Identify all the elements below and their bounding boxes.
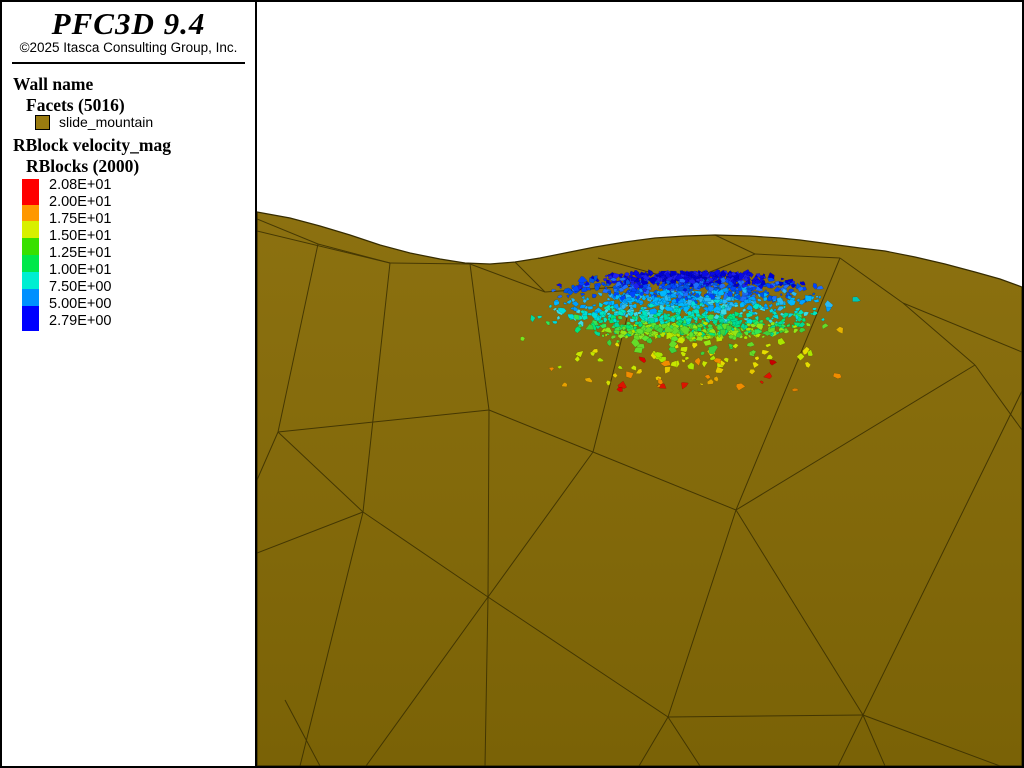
copyright-text: ©2025 Itasca Consulting Group, Inc. (2, 40, 255, 55)
rblocks-group-label: RBlocks (2000) (26, 156, 139, 177)
scene-canvas[interactable] (257, 2, 1022, 766)
colorbar-segment (22, 205, 39, 221)
wall-item-label: slide_mountain (59, 114, 153, 130)
rblock-heading: RBlock velocity_mag (13, 135, 171, 156)
colorbar-swatches (22, 179, 39, 331)
colorbar-segment (22, 272, 39, 289)
colorbar-value-label: 1.25E+01 (49, 245, 112, 262)
wall-color-swatch (35, 115, 50, 130)
app-title: PFC3D 9.4 (2, 6, 255, 42)
colorbar-value-label: 1.50E+01 (49, 228, 112, 245)
pfc3d-window: PFC3D 9.4 ©2025 Itasca Consulting Group,… (0, 0, 1024, 768)
velocity-colorbar: 2.08E+012.00E+011.75E+011.50E+011.25E+01… (2, 179, 257, 349)
colorbar-value-label: 1.00E+01 (49, 262, 112, 279)
viewport-3d[interactable] (257, 2, 1022, 766)
legend-panel: PFC3D 9.4 ©2025 Itasca Consulting Group,… (2, 2, 257, 766)
colorbar-value-label: 5.00E+00 (49, 296, 112, 313)
colorbar-segment (22, 306, 39, 331)
colorbar-segment (22, 179, 39, 205)
colorbar-segment (22, 255, 39, 272)
wall-legend-item: slide_mountain (35, 114, 153, 130)
colorbar-segment (22, 221, 39, 238)
colorbar-segment (22, 238, 39, 255)
colorbar-segment (22, 289, 39, 306)
colorbar-value-label: 2.79E+00 (49, 313, 112, 330)
colorbar-value-label: 1.75E+01 (49, 211, 112, 228)
facets-group-label: Facets (5016) (26, 95, 125, 116)
colorbar-value-label: 7.50E+00 (49, 279, 112, 296)
title-divider (12, 62, 245, 64)
wall-name-heading: Wall name (13, 74, 93, 95)
colorbar-value-label: 2.08E+01 (49, 177, 112, 194)
colorbar-value-label: 2.00E+01 (49, 194, 112, 211)
